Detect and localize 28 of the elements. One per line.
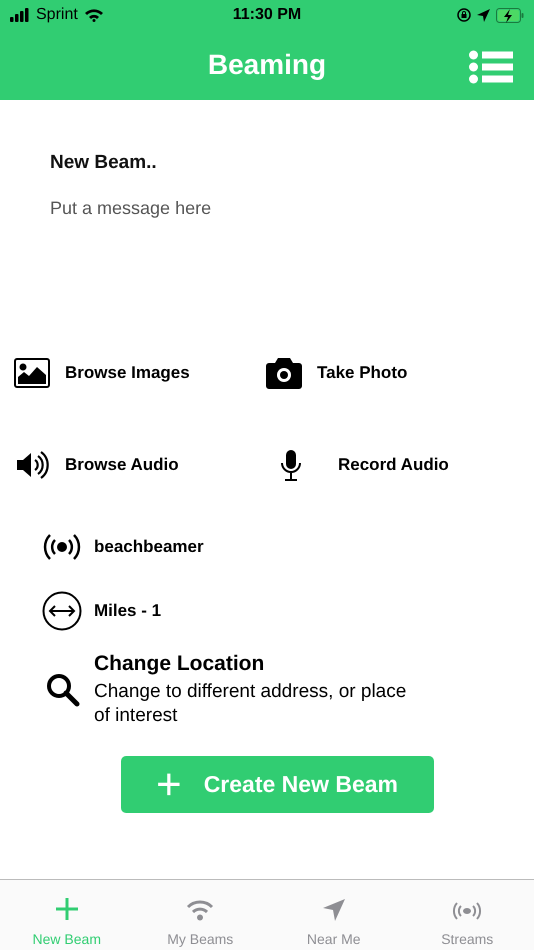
change-location-title[interactable]: Change Location [94, 652, 424, 676]
media-option[interactable]: Record Audio [338, 455, 449, 475]
carrier-name: Sprint [36, 6, 78, 24]
status-time: 11:30 PM [232, 6, 302, 24]
location-arrow-icon [477, 8, 490, 22]
broadcast-icon [452, 901, 482, 921]
signal-icon [10, 8, 30, 22]
image-icon [14, 358, 50, 388]
info-label: Miles - 1 [94, 601, 162, 621]
media-option[interactable]: Browse Images [65, 363, 190, 383]
wifi-icon [84, 8, 104, 22]
media-option[interactable]: Browse Audio [65, 455, 179, 475]
compose-title: New Beam.. [50, 152, 158, 174]
rotation-lock-icon [457, 8, 471, 22]
broadcast-icon [42, 532, 82, 562]
camera-icon [266, 358, 302, 388]
info-label: beachbeamer [94, 537, 204, 557]
message-field[interactable]: Put a message here [50, 198, 350, 226]
speaker-icon [14, 451, 50, 479]
change-location-description: Change to different address, or place of interest [94, 680, 408, 728]
distance-icon [42, 591, 82, 631]
location-arrow-icon [322, 899, 345, 921]
plus-icon [54, 897, 79, 921]
search-icon[interactable] [46, 673, 80, 707]
media-option[interactable]: Take Photo [317, 363, 408, 383]
nav-title: Beaming [208, 49, 326, 81]
wifi-icon [186, 899, 214, 921]
battery-icon [496, 8, 524, 22]
